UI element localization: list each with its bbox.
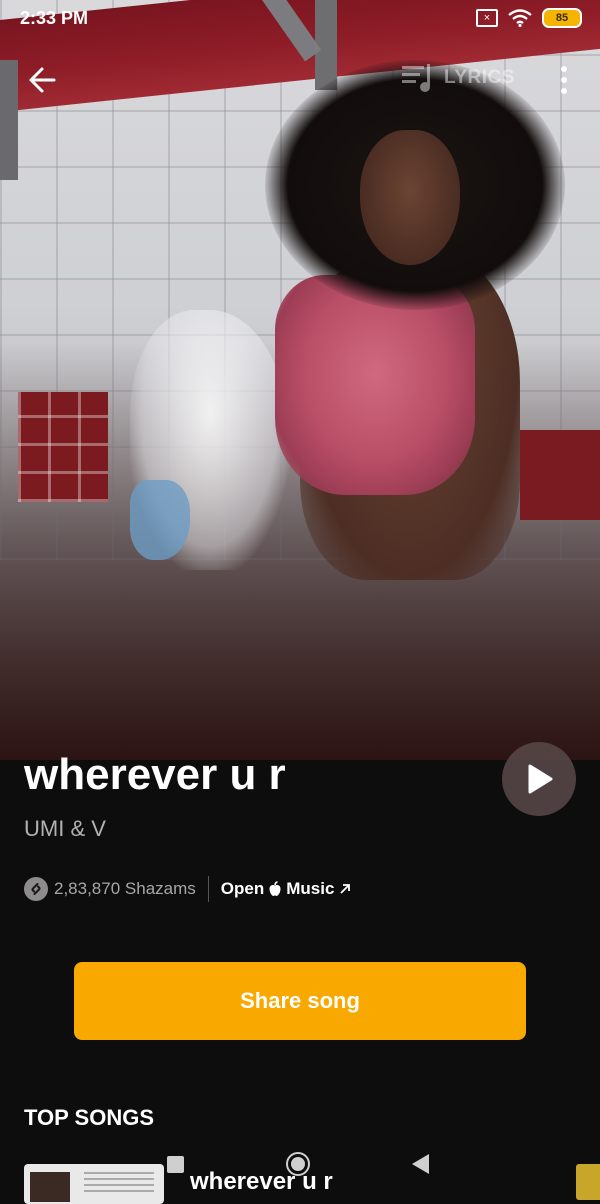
sim-icon: × xyxy=(476,9,498,27)
share-song-button[interactable]: Share song xyxy=(74,962,526,1040)
battery-icon: 85 xyxy=(542,8,582,28)
play-button[interactable] xyxy=(502,742,576,816)
artwork-background xyxy=(0,0,600,760)
external-link-icon xyxy=(340,884,351,894)
status-time: 2:33 PM xyxy=(20,8,89,28)
song-title: wherever u r xyxy=(24,750,286,799)
open-apple-music-link[interactable]: Open Music xyxy=(221,879,353,899)
status-icons: × 85 xyxy=(476,8,582,28)
back-button[interactable] xyxy=(24,60,64,100)
top-songs-heading: TOP SONGS xyxy=(24,1105,155,1130)
recents-button[interactable] xyxy=(167,1156,184,1173)
song-artist[interactable]: UMI & V xyxy=(24,816,106,842)
status-bar: 2:33 PM × 85 xyxy=(0,0,600,38)
song-meta: 2,83,870 Shazams Open Music xyxy=(24,874,352,904)
system-back-button[interactable] xyxy=(412,1154,429,1174)
open-label: Open xyxy=(220,879,265,898)
apple-icon xyxy=(269,881,281,896)
lyrics-button[interactable]: LYRICS xyxy=(400,62,515,94)
lyrics-icon xyxy=(402,64,430,92)
home-button[interactable] xyxy=(286,1152,310,1176)
lyrics-label: LYRICS xyxy=(444,67,515,88)
wifi-icon xyxy=(508,9,532,27)
more-vert-icon xyxy=(561,66,567,72)
back-arrow-icon xyxy=(29,67,56,93)
divider xyxy=(207,876,209,902)
shazam-icon xyxy=(24,877,48,901)
more-options-button[interactable] xyxy=(550,62,578,98)
shazam-count: 2,83,870 Shazams xyxy=(54,879,196,898)
system-nav-bar xyxy=(0,1150,600,1200)
music-label: Music xyxy=(286,879,335,898)
play-icon xyxy=(528,764,553,794)
